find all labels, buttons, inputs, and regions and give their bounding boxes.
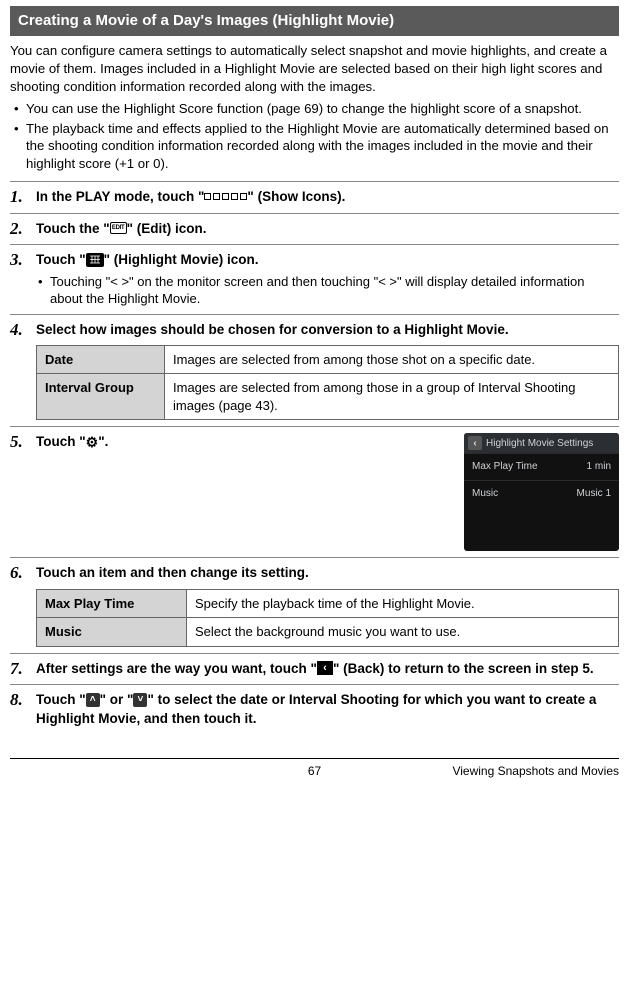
settings-row: Music Music 1 (464, 480, 619, 507)
step-7: 7. After settings are the way you want, … (10, 653, 619, 679)
option-label: Interval Group (37, 374, 165, 420)
table-row: Max Play Time Specify the playback time … (37, 589, 619, 618)
option-label: Max Play Time (37, 589, 187, 618)
settings-panel-title: Highlight Movie Settings (486, 437, 593, 451)
intro-paragraph: You can configure camera settings to aut… (10, 42, 619, 95)
step-title: Select how images should be chosen for c… (36, 321, 619, 339)
table-row: Music Select the background music you wa… (37, 618, 619, 647)
settings-panel-header: ‹ Highlight Movie Settings (464, 433, 619, 453)
note-item: The playback time and effects applied to… (10, 120, 619, 173)
up-arrow-icon: ˄ (86, 693, 100, 707)
settings-table: Max Play Time Specify the playback time … (36, 589, 619, 647)
step-6: 6. Touch an item and then change its set… (10, 557, 619, 646)
step-number: 6. (10, 564, 30, 583)
highlight-movie-icon (86, 253, 104, 267)
step-1: 1. In the PLAY mode, touch "" (Show Icon… (10, 181, 619, 207)
step-title: Touch an item and then change its settin… (36, 564, 619, 582)
step-number: 5. (10, 433, 30, 452)
show-icons-icon (204, 193, 247, 200)
step-5: 5. Touch "⚙". ‹ Highlight Movie Settings… (10, 426, 619, 551)
step-number: 2. (10, 220, 30, 239)
step-subnote: Touching "< >" on the monitor screen and… (36, 273, 619, 308)
step-2: 2. Touch the "EDIT" (Edit) icon. (10, 213, 619, 239)
section-name: Viewing Snapshots and Movies (416, 763, 619, 779)
step-number: 3. (10, 251, 30, 270)
option-desc: Specify the playback time of the Highlig… (187, 589, 619, 618)
back-icon: ‹ (468, 436, 482, 450)
step-4: 4. Select how images should be chosen fo… (10, 314, 619, 421)
note-item: You can use the Highlight Score function… (10, 100, 619, 118)
step-title: After settings are the way you want, tou… (36, 661, 594, 676)
step-title: Touch "˄" or "˅" to select the date or I… (36, 692, 596, 725)
option-desc: Select the background music you want to … (187, 618, 619, 647)
table-row: Date Images are selected from among thos… (37, 345, 619, 374)
page-number: 67 (213, 763, 416, 779)
step-title: Touch "" (Highlight Movie) icon. (36, 251, 619, 269)
down-arrow-icon: ˅ (133, 693, 147, 707)
page-footer: 67 Viewing Snapshots and Movies (10, 758, 619, 779)
option-desc: Images are selected from among those in … (165, 374, 619, 420)
section-header: Creating a Movie of a Day's Images (High… (10, 6, 619, 36)
step-number: 4. (10, 321, 30, 340)
step-number: 7. (10, 660, 30, 679)
step-3: 3. Touch "" (Highlight Movie) icon. Touc… (10, 244, 619, 307)
notes-list: You can use the Highlight Score function… (10, 100, 619, 173)
back-icon: ‹ (317, 661, 333, 675)
step-number: 1. (10, 188, 30, 207)
selection-method-table: Date Images are selected from among thos… (36, 345, 619, 421)
settings-row: Max Play Time 1 min (464, 453, 619, 480)
step-number: 8. (10, 691, 30, 710)
settings-screenshot: ‹ Highlight Movie Settings Max Play Time… (464, 433, 619, 551)
edit-icon: EDIT (110, 222, 127, 234)
option-label: Music (37, 618, 187, 647)
table-row: Interval Group Images are selected from … (37, 374, 619, 420)
step-8: 8. Touch "˄" or "˅" to select the date o… (10, 684, 619, 727)
step-title: In the PLAY mode, touch "" (Show Icons). (36, 189, 345, 204)
step-title: Touch the "EDIT" (Edit) icon. (36, 221, 207, 236)
gear-icon: ⚙ (86, 434, 99, 450)
option-desc: Images are selected from among those sho… (165, 345, 619, 374)
option-label: Date (37, 345, 165, 374)
step-title: Touch "⚙". (36, 434, 108, 449)
